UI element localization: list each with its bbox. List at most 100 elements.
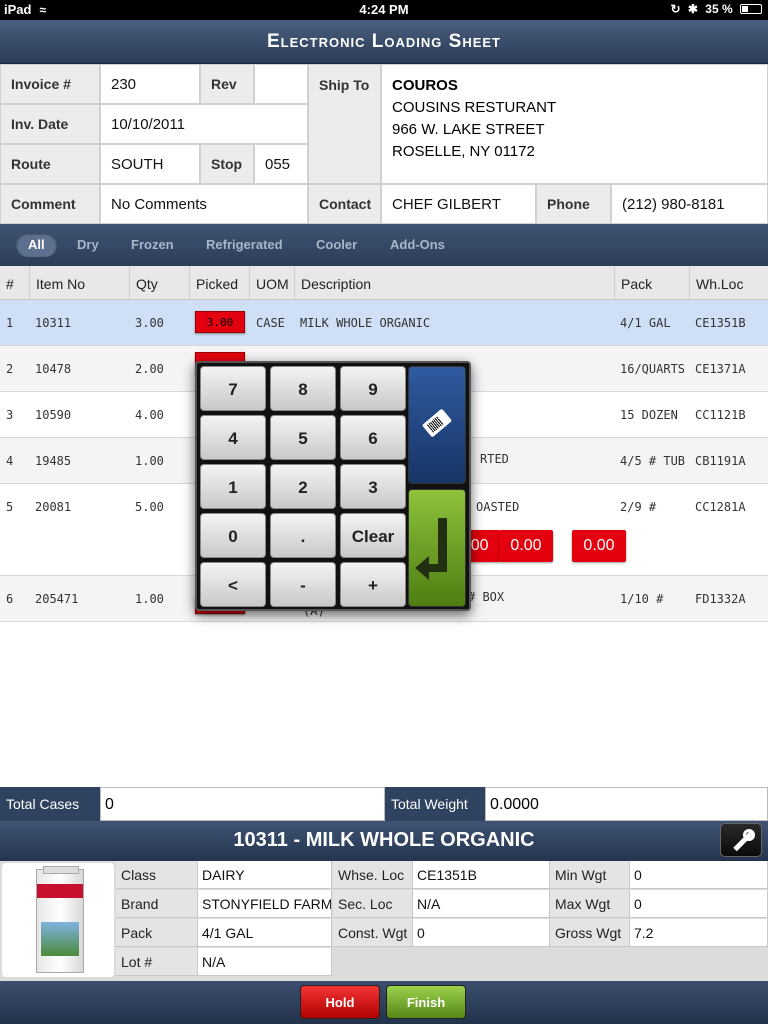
picked-qty-field[interactable]: 3.00 bbox=[195, 311, 245, 333]
col-header-item-no[interactable]: Item No bbox=[30, 266, 130, 300]
row-item-no: 10478 bbox=[35, 362, 72, 376]
invoice-header: Invoice # 230 Rev Inv. Date 10/10/2011 R… bbox=[0, 64, 768, 224]
row-whloc: CE1371A bbox=[695, 362, 746, 376]
key-6[interactable]: 6 bbox=[340, 415, 406, 460]
tab-all[interactable]: All bbox=[16, 233, 57, 257]
col-header-qty[interactable]: Qty bbox=[130, 266, 190, 300]
settings-button[interactable] bbox=[720, 823, 762, 857]
key-backspace[interactable]: < bbox=[200, 562, 266, 607]
inv-date-value[interactable]: 10/10/2011 bbox=[100, 104, 308, 144]
tab-refrigerated[interactable]: Refrigerated bbox=[194, 233, 295, 257]
row-item-no: 19485 bbox=[35, 454, 72, 468]
const-wgt-value: 0 bbox=[413, 919, 550, 947]
route-value[interactable]: SOUTH bbox=[100, 144, 200, 184]
rev-label: Rev bbox=[200, 64, 254, 104]
key-clear[interactable]: Clear bbox=[340, 513, 406, 558]
phone-value[interactable]: (212) 980-8181 bbox=[611, 184, 768, 224]
table-row[interactable]: 1 10311 3.00 3.00 CASE MILK WHOLE ORGANI… bbox=[0, 300, 768, 346]
key-4[interactable]: 4 bbox=[200, 415, 266, 460]
battery-icon bbox=[740, 4, 762, 14]
max-wgt-label: Max Wgt bbox=[550, 890, 630, 918]
contact-value[interactable]: CHEF GILBERT bbox=[381, 184, 536, 224]
hold-button[interactable]: Hold bbox=[300, 985, 380, 1019]
tag-button[interactable] bbox=[408, 366, 466, 484]
row-pack: 4/5 # TUB bbox=[620, 454, 686, 468]
footer-toolbar: Hold Finish bbox=[0, 981, 768, 1024]
key-9[interactable]: 9 bbox=[340, 366, 406, 411]
key-minus[interactable]: - bbox=[270, 562, 336, 607]
key-decimal[interactable]: . bbox=[270, 513, 336, 558]
ship-to-line1: COUSINS RESTURANT bbox=[392, 99, 557, 116]
invoice-value[interactable]: 230 bbox=[100, 64, 200, 104]
sec-loc-value: N/A bbox=[413, 890, 550, 918]
pack-label: Pack bbox=[116, 919, 198, 947]
key-5[interactable]: 5 bbox=[270, 415, 336, 460]
col-header-num[interactable]: # bbox=[0, 266, 30, 300]
enter-button[interactable] bbox=[408, 489, 466, 607]
comment-value[interactable]: No Comments bbox=[100, 184, 308, 224]
item-detail-title: 10311 - MILK WHOLE ORGANIC bbox=[233, 829, 535, 851]
class-value: DAIRY bbox=[198, 861, 332, 889]
key-1[interactable]: 1 bbox=[200, 464, 266, 509]
ship-to-name: COUROS bbox=[392, 77, 458, 94]
invoice-label: Invoice # bbox=[0, 64, 100, 104]
brand-label: Brand bbox=[116, 890, 198, 918]
col-header-uom[interactable]: UOM bbox=[250, 266, 295, 300]
tab-frozen[interactable]: Frozen bbox=[119, 233, 186, 257]
row-num: 3 bbox=[6, 408, 14, 422]
grid-header: # Item No Qty Picked UOM Description Pac… bbox=[0, 266, 768, 300]
key-plus[interactable]: + bbox=[340, 562, 406, 607]
lot-value[interactable]: N/A bbox=[198, 948, 332, 976]
comment-label: Comment bbox=[0, 184, 100, 224]
key-2[interactable]: 2 bbox=[270, 464, 336, 509]
row-num: 1 bbox=[6, 316, 14, 330]
clock: 4:24 PM bbox=[359, 2, 409, 17]
col-header-description[interactable]: Description bbox=[295, 266, 615, 300]
item-detail-title-bar: 10311 - MILK WHOLE ORGANIC bbox=[0, 821, 768, 861]
row-pack: 16/QUARTS bbox=[620, 362, 686, 376]
catch-weight-field[interactable]: 0.00 bbox=[499, 530, 553, 562]
row-qty: 4.00 bbox=[135, 408, 164, 422]
inv-date-label: Inv. Date bbox=[0, 104, 100, 144]
stop-value[interactable]: 055 bbox=[254, 144, 308, 184]
tab-cooler[interactable]: Cooler bbox=[304, 233, 369, 257]
tab-dry[interactable]: Dry bbox=[65, 233, 111, 257]
key-3[interactable]: 3 bbox=[340, 464, 406, 509]
total-cases-label: Total Cases bbox=[0, 787, 100, 821]
gross-wgt-value: 7.2 bbox=[630, 919, 768, 947]
rotation-lock-icon: ↻ bbox=[670, 2, 681, 16]
col-header-whloc[interactable]: Wh.Loc bbox=[690, 266, 768, 300]
whse-loc-value: CE1351B bbox=[413, 861, 550, 889]
tab-add-ons[interactable]: Add-Ons bbox=[378, 233, 457, 257]
row-description: # BOX bbox=[468, 590, 505, 604]
catch-weight-field[interactable]: 0.00 bbox=[572, 530, 626, 562]
row-whloc: FD1332A bbox=[695, 592, 746, 606]
phone-label: Phone bbox=[536, 184, 611, 224]
row-pack: 4/1 GAL bbox=[620, 316, 671, 330]
bluetooth-icon: ✱ bbox=[687, 2, 698, 16]
col-header-pack[interactable]: Pack bbox=[615, 266, 690, 300]
total-cases-value: 0 bbox=[100, 787, 385, 821]
row-pack: 2/9 # bbox=[620, 500, 657, 514]
gross-wgt-label: Gross Wgt bbox=[550, 919, 630, 947]
max-wgt-value: 0 bbox=[630, 890, 768, 918]
page-title: Electronic Loading Sheet bbox=[0, 20, 768, 64]
col-header-picked[interactable]: Picked bbox=[190, 266, 250, 300]
key-8[interactable]: 8 bbox=[270, 366, 336, 411]
row-whloc: CC1281A bbox=[695, 500, 746, 514]
row-description: RTED bbox=[480, 452, 509, 466]
status-bar: iPad ≈ 4:24 PM ↻ ✱ 35 % bbox=[0, 0, 768, 20]
min-wgt-label: Min Wgt bbox=[550, 861, 630, 889]
key-0[interactable]: 0 bbox=[200, 513, 266, 558]
row-qty: 3.00 bbox=[135, 316, 164, 330]
key-7[interactable]: 7 bbox=[200, 366, 266, 411]
row-pack: 15 DOZEN bbox=[620, 408, 678, 422]
class-label: Class bbox=[116, 861, 198, 889]
battery-percent: 35 % bbox=[705, 2, 733, 16]
brand-value: STONYFIELD FARM bbox=[198, 890, 332, 918]
finish-button[interactable]: Finish bbox=[386, 985, 466, 1019]
price-tag-barcode-icon bbox=[421, 408, 453, 438]
rev-value[interactable] bbox=[254, 64, 308, 104]
ship-to-line2: 966 W. LAKE STREET bbox=[392, 121, 545, 138]
lot-label: Lot # bbox=[116, 948, 198, 976]
